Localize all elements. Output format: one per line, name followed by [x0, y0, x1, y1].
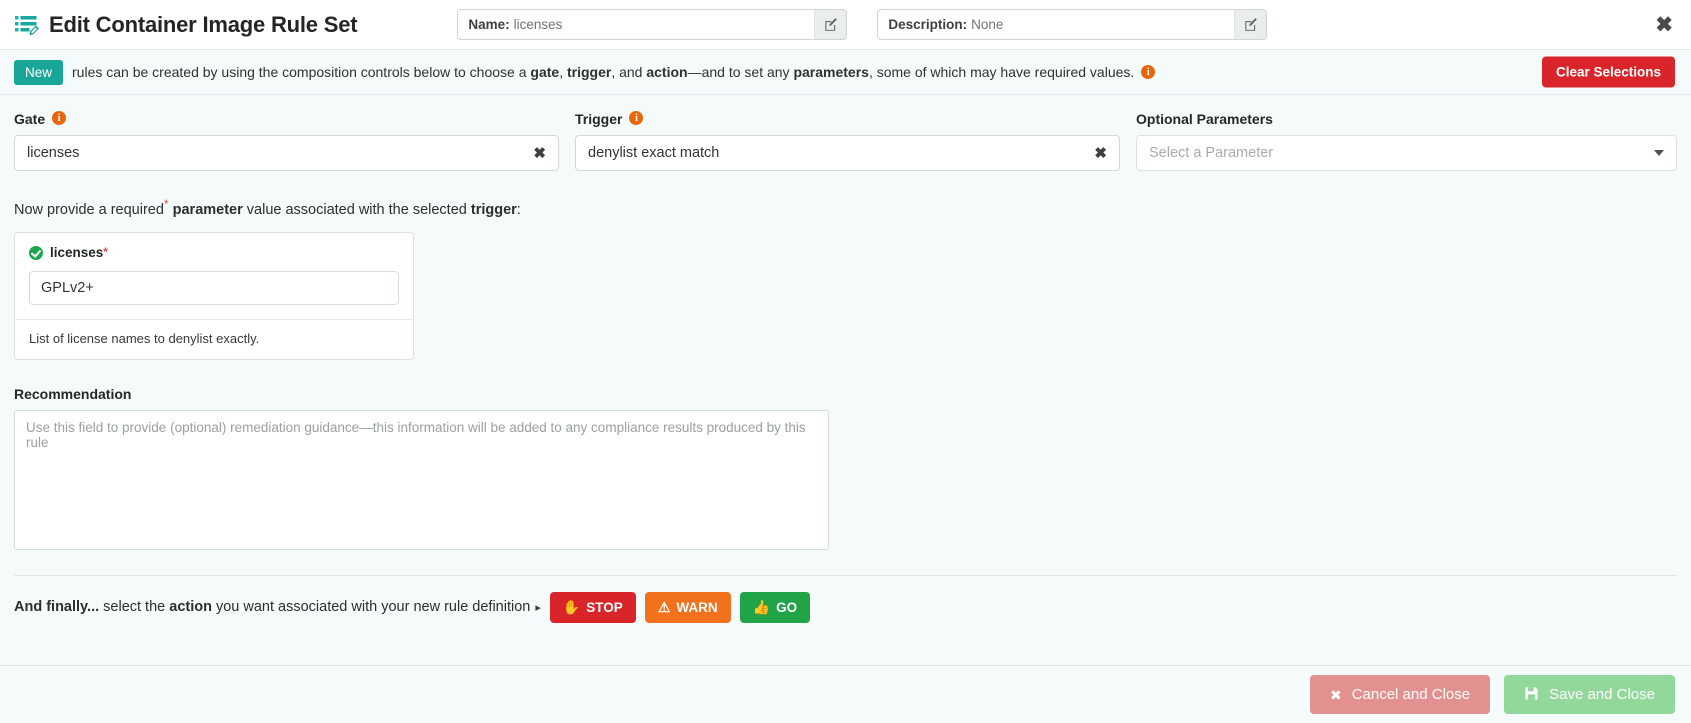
main-content: Gate i licenses ✖ Trigger i denylist exa…: [0, 95, 1691, 576]
name-field-label: Name:: [468, 17, 510, 32]
recommendation-label: Recommendation: [14, 385, 132, 402]
title-bar: Edit Container Image Rule Set Name: lice…: [0, 0, 1691, 50]
stop-action-button[interactable]: ✋ STOP: [549, 591, 636, 623]
info-text-parameters: parameters: [793, 63, 869, 80]
parameter-card-body: licenses *: [15, 233, 413, 319]
pencil-square-icon: [1245, 17, 1257, 31]
parameter-instruction: Now provide a required* parameter value …: [14, 197, 1677, 218]
clear-selections-button[interactable]: Clear Selections: [1541, 56, 1675, 88]
name-edit-button[interactable]: [814, 10, 847, 39]
info-circle-icon[interactable]: i: [1141, 65, 1156, 80]
footer-bar: ✖ Cancel and Close Save and Close: [0, 665, 1691, 723]
info-text-trigger: trigger: [566, 63, 612, 80]
close-x-icon: ✖: [1329, 686, 1342, 703]
trigger-column: Trigger i denylist exact match ✖: [575, 111, 1120, 171]
gate-clear-icon[interactable]: ✖: [533, 146, 546, 161]
parameter-card: licenses* List of license names to denyl…: [14, 231, 414, 360]
page-title: Edit Container Image Rule Set: [49, 11, 358, 37]
info-text-gate: gate: [530, 63, 560, 80]
list-edit-icon: [14, 12, 40, 38]
instruction-post: :: [516, 201, 521, 218]
chevron-down-icon[interactable]: [1654, 150, 1664, 156]
optional-parameters-select[interactable]: Select a Parameter: [1136, 135, 1677, 171]
gate-selected-value: licenses: [27, 145, 80, 161]
parameter-card-header: licenses *: [29, 245, 399, 260]
optional-parameters-placeholder: Select a Parameter: [1149, 145, 1274, 161]
parameter-value-input[interactable]: [29, 270, 399, 305]
description-field-label: Description:: [888, 17, 968, 32]
name-field-value: licenses: [513, 17, 563, 32]
hand-stop-icon: ✋: [562, 599, 581, 616]
close-x-icon[interactable]: ✖: [1655, 14, 1673, 35]
cancel-and-close-button[interactable]: ✖ Cancel and Close: [1309, 675, 1491, 714]
name-field-text: Name: licenses: [458, 10, 814, 39]
instruction-trigger: trigger: [470, 201, 517, 218]
warn-action-label: WARN: [676, 599, 718, 615]
thumbs-up-icon: 👍: [752, 599, 771, 616]
composition-row: Gate i licenses ✖ Trigger i denylist exa…: [14, 95, 1677, 171]
trigger-select[interactable]: denylist exact match ✖: [575, 135, 1120, 171]
save-and-close-button[interactable]: Save and Close: [1504, 675, 1675, 714]
recommendation-textarea[interactable]: [14, 409, 829, 550]
header-fields: Name: licenses Description: None: [457, 9, 1268, 40]
pencil-square-icon: [825, 17, 837, 31]
optional-parameters-label-row: Optional Parameters: [1136, 111, 1677, 127]
floppy-save-icon: [1524, 686, 1539, 703]
action-text-bold2: action: [169, 599, 212, 616]
info-text-sep1: ,: [559, 63, 567, 80]
info-bar-text: rules can be created by using the compos…: [72, 63, 1156, 80]
name-field[interactable]: Name: licenses: [457, 9, 848, 40]
description-field-value: None: [971, 17, 1004, 32]
new-badge: New: [14, 59, 64, 85]
trigger-label-row: Trigger i: [575, 111, 1120, 127]
action-text-mid1: select the: [99, 599, 170, 616]
instruction-pre: Now provide a required: [14, 201, 164, 218]
required-star: *: [163, 197, 169, 211]
warn-action-button[interactable]: ⚠ WARN: [644, 591, 731, 623]
warning-triangle-icon: ⚠: [657, 599, 671, 616]
instruction-mid: value associated with the selected: [242, 201, 471, 218]
parameter-name: licenses: [50, 244, 104, 260]
info-circle-icon[interactable]: i: [52, 111, 67, 125]
optional-parameters-column: Optional Parameters Select a Parameter: [1136, 111, 1677, 171]
info-text-sep2: , and: [611, 63, 647, 80]
parameter-required-star: *: [103, 244, 108, 259]
gate-label: Gate: [14, 111, 46, 127]
description-edit-button[interactable]: [1234, 10, 1267, 39]
description-field[interactable]: Description: None: [877, 9, 1268, 40]
arrow-icon: ▸: [535, 601, 541, 614]
trigger-label: Trigger: [575, 111, 623, 127]
description-field-text: Description: None: [878, 10, 1234, 39]
check-circle-icon: [29, 245, 43, 260]
gate-label-row: Gate i: [14, 111, 559, 127]
info-text-part3: , some of which may have required values…: [868, 63, 1135, 80]
action-row: And finally... select the action you wan…: [0, 576, 1691, 623]
trigger-selected-value: denylist exact match: [588, 145, 720, 161]
trigger-clear-icon[interactable]: ✖: [1094, 146, 1107, 161]
info-bar: New rules can be created by using the co…: [0, 50, 1691, 95]
action-text-mid2: you want associated with your new rule d…: [211, 599, 531, 616]
go-action-label: GO: [776, 599, 798, 615]
instruction-parameter: parameter: [172, 201, 243, 218]
info-text-part2: —and to set any: [687, 63, 794, 80]
go-action-button[interactable]: 👍 GO: [739, 591, 811, 623]
optional-parameters-label: Optional Parameters: [1136, 111, 1273, 127]
info-text-part1: rules can be created by using the compos…: [72, 63, 531, 80]
gate-column: Gate i licenses ✖: [14, 111, 559, 171]
parameter-help-text: List of license names to denylist exactl…: [15, 318, 413, 359]
info-circle-icon[interactable]: i: [629, 111, 644, 125]
gate-select[interactable]: licenses ✖: [14, 135, 559, 171]
save-and-close-label: Save and Close: [1549, 686, 1655, 703]
action-row-text: And finally... select the action you wan…: [14, 599, 530, 615]
info-text-action: action: [646, 63, 688, 80]
cancel-and-close-label: Cancel and Close: [1351, 686, 1471, 703]
stop-action-label: STOP: [586, 599, 623, 615]
action-text-bold: And finally...: [14, 599, 100, 616]
